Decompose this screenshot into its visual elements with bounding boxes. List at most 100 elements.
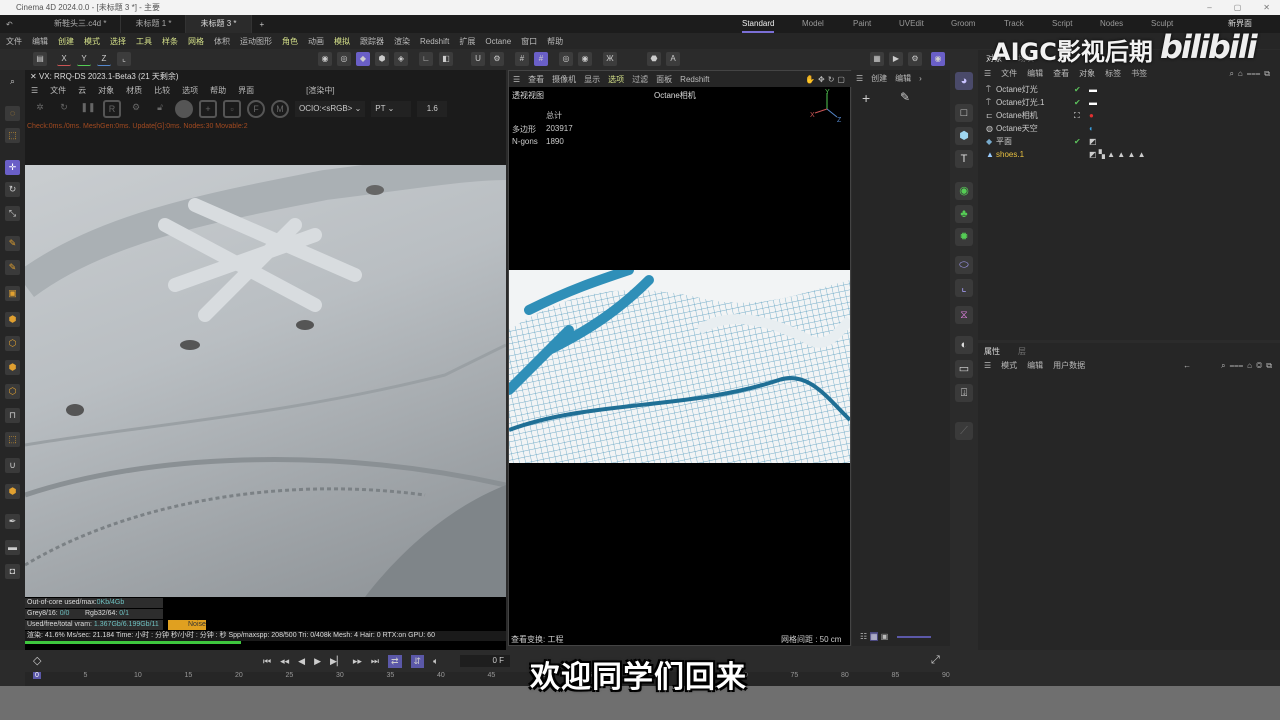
chevron-right-icon[interactable]: › — [919, 74, 922, 83]
attr-menu-mode[interactable]: 模式 — [1001, 360, 1017, 371]
play-icon[interactable]: ▶ — [314, 656, 321, 667]
box-select-icon[interactable]: ⬚ — [5, 128, 20, 143]
symmetry-icon[interactable]: ◎ — [559, 52, 573, 66]
go-to-end-icon[interactable]: ⏭ — [371, 656, 379, 667]
om-menu-file[interactable]: 文件 — [1001, 68, 1017, 79]
layout-tab-paint[interactable]: Paint — [853, 15, 871, 33]
menu-mograph[interactable]: 运动图形 — [240, 36, 272, 47]
vp-menu-display[interactable]: 显示 — [584, 74, 600, 85]
hamburger-icon[interactable]: ☰ — [31, 86, 38, 95]
tweak-icon[interactable]: Ж — [603, 52, 617, 66]
minimize-button[interactable]: – — [1207, 0, 1211, 15]
vp-menu-options[interactable]: 选项 — [608, 74, 624, 85]
menu-render[interactable]: 渲染 — [394, 36, 410, 47]
menu-tools[interactable]: 工具 — [136, 36, 152, 47]
restart-icon[interactable]: ↻ — [55, 100, 73, 118]
coordinate-system-icon[interactable]: ⌞ — [117, 52, 131, 66]
undo-icon[interactable]: ↶ — [0, 20, 40, 29]
tab-layers[interactable]: 层 — [1018, 346, 1026, 357]
grid-icon[interactable]: # — [515, 52, 529, 66]
tab-attributes[interactable]: 属性 — [984, 346, 1000, 357]
settings-gear-icon[interactable]: ⚙ — [127, 100, 145, 118]
menu-mesh[interactable]: 网格 — [188, 36, 204, 47]
cube-outline-icon[interactable]: ⬡ — [5, 384, 20, 399]
menu-create[interactable]: 创建 — [58, 36, 74, 47]
exposure-input[interactable]: 1.6 — [417, 101, 448, 117]
prev-frame-icon[interactable]: ◀ — [298, 656, 305, 667]
ocio-select[interactable]: OCIO:<sRGB> ⌄ — [295, 101, 366, 117]
render-view-icon[interactable]: ▶ — [889, 52, 903, 66]
maximize-button[interactable]: ▢ — [1234, 0, 1242, 15]
y-axis-toggle[interactable]: Y — [77, 52, 91, 66]
eyedropper-icon[interactable]: ✎ — [900, 90, 910, 104]
menu-simulate[interactable]: 模拟 — [334, 36, 350, 47]
material-ball-icon[interactable] — [175, 100, 193, 118]
light-icon[interactable]: ◐ — [955, 336, 973, 354]
object-row[interactable]: ◍ Octane天空 ◐ — [986, 122, 1276, 135]
back-arrow-icon[interactable]: ← — [1183, 361, 1191, 370]
menu-volume[interactable]: 体积 — [214, 36, 230, 47]
send-scene-icon[interactable]: ✲ — [31, 100, 49, 118]
menu-window[interactable]: 窗口 — [521, 36, 537, 47]
loop-icon[interactable]: ⇄ — [388, 655, 402, 668]
snap-icon[interactable]: U — [471, 52, 485, 66]
kernel-select[interactable]: PT ⌄ — [371, 101, 412, 117]
layout-tab-track[interactable]: Track — [1004, 15, 1024, 33]
vp-menu-filter[interactable]: 过滤 — [632, 74, 648, 85]
bridge-icon[interactable]: ⊓ — [5, 408, 20, 423]
menu-character[interactable]: 角色 — [282, 36, 298, 47]
octane-menu-gui[interactable]: 界面 — [238, 85, 254, 96]
edge-mode-icon[interactable]: ◎ — [337, 52, 351, 66]
octane-menu-file[interactable]: 文件 — [50, 85, 66, 96]
menu-help[interactable]: 帮助 — [547, 36, 563, 47]
model-mode-icon[interactable]: ▤ — [33, 52, 47, 66]
workplane-icon[interactable]: # — [534, 52, 548, 66]
object-mode-icon[interactable]: ⬢ — [375, 52, 389, 66]
navigation-icons[interactable]: ✋✥↻▢ — [805, 75, 852, 84]
layout-tab-script[interactable]: Script — [1052, 15, 1072, 33]
point-mode-icon[interactable]: ◉ — [318, 52, 332, 66]
fracture-icon[interactable]: ♣ — [955, 205, 973, 223]
object-row[interactable]: ⍑ Octane灯光.1 ✔ ▬ — [986, 96, 1276, 109]
hamburger-icon[interactable]: ☰ — [984, 361, 991, 370]
vp-menu-view[interactable]: 查看 — [528, 74, 544, 85]
expand-timeline-icon[interactable]: ⤢ — [931, 654, 940, 667]
menu-spline[interactable]: 样条 — [162, 36, 178, 47]
vp-menu-panel[interactable]: 面板 — [656, 74, 672, 85]
vp-menu-camera[interactable]: 摄像机 — [552, 74, 576, 85]
keyframe-icon[interactable]: ◇ — [33, 654, 41, 667]
attr-menu-edit[interactable]: 编辑 — [1027, 360, 1043, 371]
brush-icon[interactable]: ✎ — [5, 260, 20, 275]
cube-stack-icon[interactable]: ⬢ — [5, 360, 20, 375]
menu-file[interactable]: 文件 — [6, 36, 22, 47]
lock-icon[interactable]: 🔓︎ — [151, 100, 169, 118]
menu-redshift[interactable]: Redshift — [420, 37, 449, 46]
close-icon[interactable]: ✕ — [30, 72, 39, 81]
disabled-tool-icon[interactable]: ⟋ — [955, 422, 973, 440]
pause-icon[interactable]: ❚❚ — [79, 100, 97, 118]
om-menu-object[interactable]: 对象 — [1079, 68, 1095, 79]
add-region-icon[interactable]: + — [199, 100, 217, 118]
object-row[interactable]: ▲ shoes.1 ◩ ▚ ▲ ▲ ▲ ▲ — [986, 148, 1276, 161]
x-axis-toggle[interactable]: X — [57, 52, 71, 66]
octane-menu-compare[interactable]: 比较 — [154, 85, 170, 96]
octane-menu-objects[interactable]: 对象 — [98, 85, 114, 96]
object-row[interactable]: ◆ 平面 ✔ ◩ — [986, 135, 1276, 148]
solo-icon[interactable]: ◧ — [439, 52, 453, 66]
menu-edit[interactable]: 编辑 — [32, 36, 48, 47]
create-menu[interactable]: 创建 — [871, 73, 887, 84]
axis-icon[interactable]: ∟ — [419, 52, 433, 66]
prev-key-icon[interactable]: ◂◂ — [280, 656, 289, 667]
field-icon[interactable]: ⌞ — [955, 279, 973, 297]
add-tab-icon[interactable]: + — [252, 20, 273, 29]
edit-menu[interactable]: 编辑 — [895, 73, 911, 84]
polygon-mode-icon[interactable]: ◆ — [356, 52, 370, 66]
layout-tab-model[interactable]: Model — [802, 15, 824, 33]
layout-tab-uvedit[interactable]: UVEdit — [899, 15, 924, 33]
snap-settings-icon[interactable]: ⚙ — [490, 52, 504, 66]
rotate-icon[interactable]: ↻ — [5, 182, 20, 197]
effector-icon[interactable]: ✹ — [955, 228, 973, 246]
attr-menu-userdata[interactable]: 用户数据 — [1053, 360, 1085, 371]
go-to-start-icon[interactable]: ⏮ — [263, 656, 271, 667]
layout-tab-nodes[interactable]: Nodes — [1100, 15, 1123, 33]
